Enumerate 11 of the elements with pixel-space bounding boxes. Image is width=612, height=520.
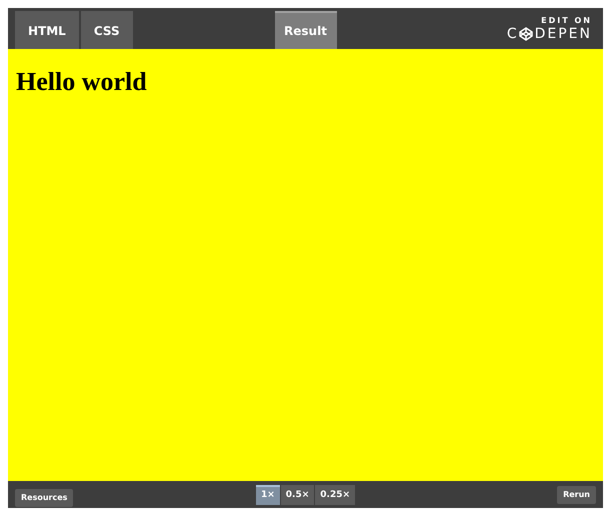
cube-logo-icon bbox=[518, 26, 533, 40]
tab[interactable]: CSS bbox=[80, 11, 133, 49]
tab[interactable]: Result bbox=[274, 11, 336, 49]
resources-button[interactable]: Resources bbox=[15, 488, 74, 506]
zoom-button[interactable]: 0.25× bbox=[315, 484, 356, 504]
zoom-button[interactable]: 0.5× bbox=[280, 484, 314, 504]
edit-on-caption: EDIT ON bbox=[541, 16, 592, 26]
tab[interactable]: HTML bbox=[15, 11, 79, 49]
heading: Hello world bbox=[16, 67, 148, 97]
codepen-logo[interactable]: C DEPEN bbox=[506, 26, 592, 42]
rerun-button[interactable]: Rerun bbox=[557, 486, 596, 504]
